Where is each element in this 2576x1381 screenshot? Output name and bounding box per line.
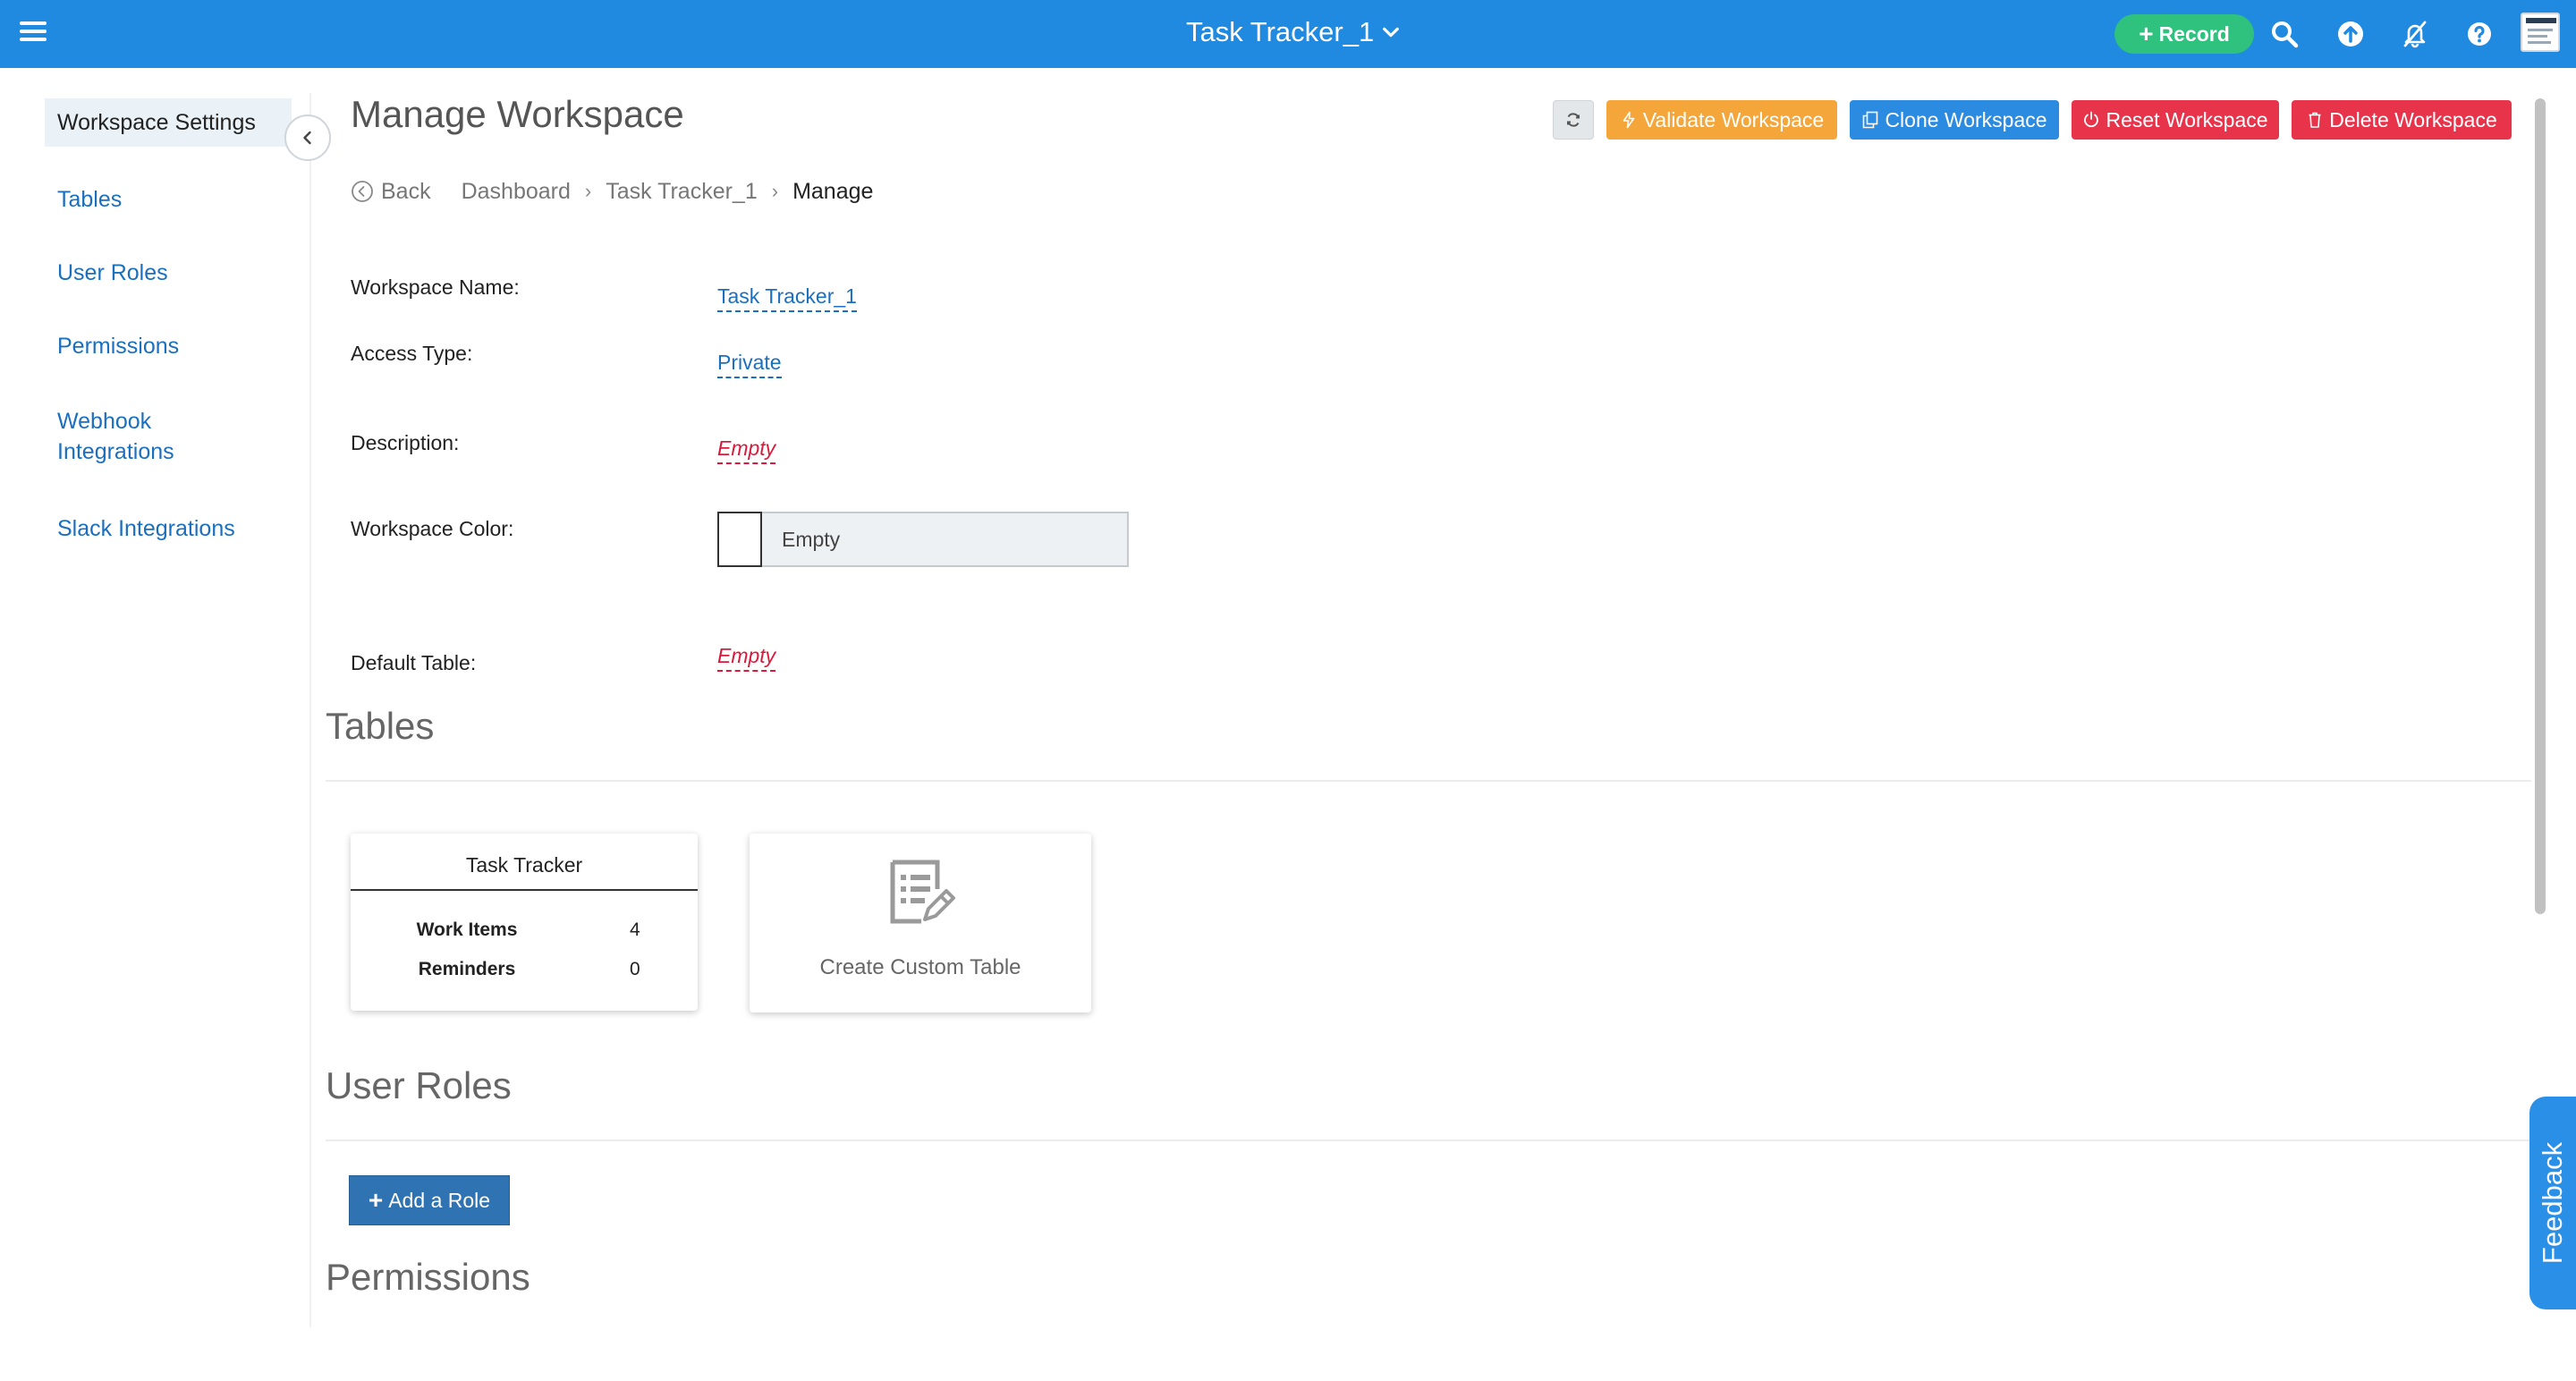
refresh-button[interactable] (1553, 100, 1594, 140)
feedback-label: Feedback (2537, 1141, 2568, 1265)
reset-label: Reset Workspace (2106, 107, 2268, 131)
table-row-count: 0 (630, 959, 640, 979)
sidebar-item-webhook-integrations[interactable]: Webhook Integrations (45, 397, 224, 476)
breadcrumb-current: Manage (792, 178, 874, 204)
access-type-value[interactable]: Private (717, 351, 782, 378)
top-bar: Task Tracker_1 + Record (0, 0, 2576, 68)
delete-workspace-button[interactable]: Delete Workspace (2292, 100, 2512, 140)
workspace-color-label: Workspace Color: (351, 517, 514, 540)
reset-workspace-button[interactable]: Reset Workspace (2072, 100, 2279, 140)
workspace-title: Task Tracker_1 (1186, 16, 1375, 47)
section-divider (326, 1140, 2531, 1141)
back-arrow-icon (352, 181, 373, 202)
chevron-left-icon (303, 131, 311, 145)
table-row-label: Work Items (416, 919, 518, 940)
table-row-count: 4 (630, 919, 640, 940)
edit-document-icon (890, 860, 955, 924)
add-role-label: Add a Role (388, 1188, 491, 1212)
sidebar-item-user-roles[interactable]: User Roles (45, 249, 292, 297)
feedback-tab[interactable]: Feedback (2529, 1097, 2576, 1309)
help-icon[interactable] (2465, 20, 2494, 48)
sidebar-item-tables[interactable]: Tables (45, 175, 292, 224)
table-card-title: Task Tracker (465, 853, 583, 877)
scrollbar-thumb[interactable] (2535, 98, 2546, 914)
notifications-off-icon[interactable] (2401, 20, 2429, 48)
record-button[interactable]: + Record (2114, 14, 2254, 54)
table-card-task-tracker[interactable]: Task Tracker Work Items 4 Reminders 0 (351, 834, 698, 1011)
workspace-color-picker[interactable]: Empty (717, 512, 1129, 567)
description-value[interactable]: Empty (717, 436, 776, 464)
clone-workspace-button[interactable]: Clone Workspace (1850, 100, 2059, 140)
search-icon[interactable] (2270, 20, 2299, 48)
sidebar: Workspace Settings Tables User Roles Per… (45, 93, 311, 1327)
workspace-color-value: Empty (782, 527, 841, 551)
sidebar-item-slack-integrations[interactable]: Slack Integrations (45, 504, 292, 553)
access-type-label: Access Type: (351, 342, 473, 365)
table-row-label: Reminders (418, 959, 516, 979)
trash-icon (2309, 112, 2321, 128)
workspace-name-label: Workspace Name: (351, 275, 520, 299)
breadcrumb-dashboard[interactable]: Dashboard (462, 179, 571, 205)
sidebar-item-workspace-settings[interactable]: Workspace Settings (45, 98, 292, 147)
description-label: Description: (351, 431, 460, 454)
bolt-icon (1623, 111, 1635, 129)
delete-label: Delete Workspace (2329, 107, 2497, 131)
power-icon (2084, 111, 2099, 128)
chevron-down-icon (1383, 27, 1400, 38)
validate-label: Validate Workspace (1642, 107, 1825, 131)
workspace-name-value[interactable]: Task Tracker_1 (717, 284, 857, 312)
breadcrumb-workspace[interactable]: Task Tracker_1 (606, 179, 758, 205)
create-custom-table-card[interactable]: Create Custom Table (750, 834, 1091, 1012)
workspace-switcher[interactable]: Task Tracker_1 (1186, 13, 1401, 52)
default-table-label: Default Table: (351, 651, 477, 674)
permissions-section-title: Permissions (326, 1256, 530, 1298)
section-divider (326, 780, 2531, 782)
collapse-sidebar-button[interactable] (284, 114, 331, 161)
page-title: Manage Workspace (351, 93, 684, 135)
chevron-right-icon: › (771, 180, 779, 202)
chevron-right-icon: › (584, 180, 592, 202)
refresh-icon (1567, 113, 1580, 127)
back-link[interactable]: Back (351, 179, 431, 205)
menu-icon[interactable] (20, 20, 47, 43)
record-label: Record (2158, 21, 2230, 46)
plus-icon: + (2139, 20, 2154, 47)
validate-workspace-button[interactable]: Validate Workspace (1606, 100, 1837, 140)
user-roles-section-title: User Roles (326, 1064, 512, 1106)
breadcrumb: Back Dashboard › Task Tracker_1 › Manage (351, 175, 873, 208)
copy-icon (1863, 111, 1878, 129)
table-card-divider (351, 889, 698, 891)
avatar[interactable] (2521, 13, 2560, 52)
default-table-value[interactable]: Empty (717, 644, 776, 672)
back-label: Back (381, 178, 431, 204)
create-custom-table-label: Create Custom Table (819, 955, 1021, 979)
clone-label: Clone Workspace (1885, 107, 2047, 131)
color-swatch[interactable] (717, 512, 762, 567)
upload-icon[interactable] (2336, 20, 2365, 48)
add-role-button[interactable]: + Add a Role (349, 1175, 510, 1225)
sidebar-item-permissions[interactable]: Permissions (45, 322, 292, 370)
plus-icon: + (368, 1186, 384, 1214)
tables-section-title: Tables (326, 705, 435, 747)
